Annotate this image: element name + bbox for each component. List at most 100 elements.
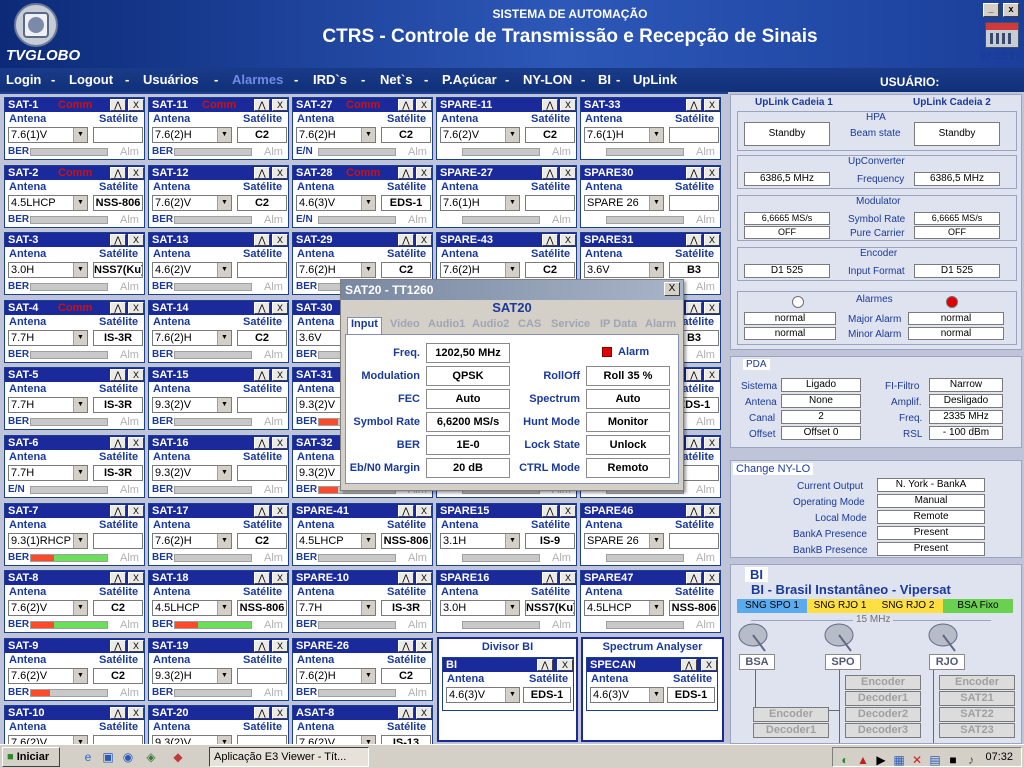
chevron-down-icon[interactable]: ▼ <box>73 736 87 744</box>
spectrum-button[interactable]: ⋀ <box>254 99 270 111</box>
bsa-fixo-button[interactable]: BSA Fixo <box>943 599 1013 613</box>
receiver-card[interactable]: SPARE-10 ⋀ X Antena Satélite 7.7H ▼ IS-3R BER Alm <box>292 570 433 633</box>
antenna-select[interactable]: SPARE 26 ▼ <box>584 533 664 549</box>
receiver-card[interactable]: SAT-1 Comm ⋀ X Antena Satélite 7.6(1)V ▼ BER Alm <box>4 97 145 160</box>
close-card-button[interactable]: X <box>416 167 432 179</box>
nav-login[interactable]: Login <box>6 72 41 87</box>
app-shortcut-icon[interactable]: ◉ <box>120 749 136 765</box>
antenna-select[interactable]: 7.6(1)V ▼ <box>8 127 88 143</box>
tray-app-icon[interactable]: ▲ <box>855 752 871 768</box>
chevron-down-icon[interactable]: ▼ <box>217 601 231 615</box>
spectrum-button[interactable]: ⋀ <box>254 572 270 584</box>
spectrum-button[interactable]: ⋀ <box>110 572 126 584</box>
chevron-down-icon[interactable]: ▼ <box>217 196 231 210</box>
spectrum-button[interactable]: ⋀ <box>398 505 414 517</box>
close-card-button[interactable]: X <box>128 707 144 719</box>
antenna-select[interactable]: 7.6(2)H ▼ <box>152 127 232 143</box>
tab-cas[interactable]: CAS <box>518 318 541 330</box>
receiver-card[interactable]: SAT-13 ⋀ X Antena Satélite 4.6(2)V ▼ BER Alm <box>148 232 289 295</box>
bi-tab[interactable]: BI <box>745 567 768 582</box>
antenna-select[interactable]: 7.6(2)V ▼ <box>8 600 88 616</box>
tab-input[interactable]: Input <box>347 317 382 334</box>
bsa-encoder-button[interactable]: Encoder <box>753 707 829 722</box>
receiver-card[interactable]: SAT-27 Comm ⋀ X Antena Satélite 7.6(2)H ▼ C2 E/N A… <box>292 97 433 160</box>
close-card-button[interactable]: X <box>704 302 720 314</box>
close-card-button[interactable]: X <box>704 572 720 584</box>
tray-player-icon[interactable]: ▶ <box>873 752 889 768</box>
close-card-button[interactable]: X <box>704 505 720 517</box>
chevron-down-icon[interactable]: ▼ <box>361 534 375 548</box>
rjo-encoder-button[interactable]: Encoder <box>939 675 1015 690</box>
chevron-down-icon[interactable]: ▼ <box>505 128 519 142</box>
antenna-select[interactable]: 4.5LHCP ▼ <box>8 195 88 211</box>
antenna-select[interactable]: 3.1H ▼ <box>440 533 520 549</box>
antenna-select[interactable]: 4.6(3)V ▼ <box>296 195 376 211</box>
antenna-select[interactable]: 4.5LHCP ▼ <box>296 533 376 549</box>
chevron-down-icon[interactable]: ▼ <box>73 196 87 210</box>
spectrum-button[interactable]: ⋀ <box>537 659 553 671</box>
antenna-select[interactable]: 7.6(2)H ▼ <box>296 262 376 278</box>
spectrum-button[interactable]: ⋀ <box>110 167 126 179</box>
close-card-button[interactable]: X <box>416 707 432 719</box>
desktop-icon[interactable]: ▣ <box>100 749 116 765</box>
antenna-select[interactable]: 9.3(2)H ▼ <box>152 668 232 684</box>
close-card-button[interactable]: X <box>272 369 288 381</box>
antenna-select[interactable]: 7.7H ▼ <box>8 330 88 346</box>
sng-spo1-button[interactable]: SNG SPO 1 <box>737 599 807 613</box>
chevron-down-icon[interactable]: ▼ <box>73 331 87 345</box>
antenna-select[interactable]: 7.6(2)H ▼ <box>152 533 232 549</box>
antenna-select[interactable]: 9.3(2)V ▼ <box>152 735 232 744</box>
rjo-sat21-button[interactable]: SAT21 <box>939 691 1015 706</box>
chevron-down-icon[interactable]: ▼ <box>361 196 375 210</box>
close-card-button[interactable]: X <box>128 99 144 111</box>
chevron-down-icon[interactable]: ▼ <box>361 601 375 615</box>
nav-usuarios[interactable]: Usuários <box>143 72 199 87</box>
receiver-card[interactable]: SAT-6 ⋀ X Antena Satélite 7.7H ▼ IS-3R E/N Alm <box>4 435 145 498</box>
spectrum-button[interactable]: ⋀ <box>110 437 126 449</box>
spectrum-analyser-card[interactable]: SPECAN ⋀ X Antena Satélite 4.6(3)V ▼ EDS-1 <box>586 657 718 711</box>
sng-rjo2-button[interactable]: SNG RJO 2 <box>873 599 943 613</box>
close-button[interactable]: x <box>1003 3 1019 17</box>
receiver-card[interactable]: SPARE-26 ⋀ X Antena Satélite 7.6(2)H ▼ C2 BER Alm <box>292 638 433 701</box>
receiver-card[interactable]: SAT-4 Comm ⋀ X Antena Satélite 7.7H ▼ IS-3R BER Al… <box>4 300 145 363</box>
spectrum-button[interactable]: ⋀ <box>254 707 270 719</box>
close-card-button[interactable]: X <box>416 234 432 246</box>
close-card-button[interactable]: X <box>128 437 144 449</box>
chevron-down-icon[interactable]: ▼ <box>505 263 519 277</box>
close-card-button[interactable]: X <box>560 99 576 111</box>
receiver-card[interactable]: SAT-9 ⋀ X Antena Satélite 7.6(2)V ▼ C2 BER Alm <box>4 638 145 701</box>
receiver-card[interactable]: SPARE16 ⋀ X Antena Satélite 3.0H ▼ NSS7(Ku) Alm <box>436 570 577 633</box>
spectrum-button[interactable]: ⋀ <box>110 640 126 652</box>
close-card-button[interactable]: X <box>272 167 288 179</box>
spo-decoder1-button[interactable]: Decoder1 <box>845 691 921 706</box>
spo-decoder3-button[interactable]: Decoder3 <box>845 723 921 738</box>
spectrum-button[interactable]: ⋀ <box>254 369 270 381</box>
rjo-sat22-button[interactable]: SAT22 <box>939 707 1015 722</box>
receiver-card[interactable]: SAT-3 ⋀ X Antena Satélite 3.0H ▼ NSS7(Ku) BER Alm <box>4 232 145 295</box>
chevron-down-icon[interactable]: ▼ <box>361 128 375 142</box>
close-card-button[interactable]: X <box>557 659 573 671</box>
chevron-down-icon[interactable]: ▼ <box>217 736 231 744</box>
antenna-select[interactable]: 7.6(2)H ▼ <box>152 330 232 346</box>
chevron-down-icon[interactable]: ▼ <box>649 263 663 277</box>
spectrum-button[interactable]: ⋀ <box>110 707 126 719</box>
chevron-down-icon[interactable]: ▼ <box>649 128 663 142</box>
chevron-down-icon[interactable]: ▼ <box>73 398 87 412</box>
tab-service[interactable]: Service <box>551 318 590 330</box>
antenna-select[interactable]: SPARE 26 ▼ <box>584 195 664 211</box>
chevron-down-icon[interactable]: ▼ <box>217 398 231 412</box>
spectrum-button[interactable]: ⋀ <box>110 302 126 314</box>
spectrum-button[interactable]: ⋀ <box>110 505 126 517</box>
close-card-button[interactable]: X <box>272 99 288 111</box>
antenna-select[interactable]: 3.6V ▼ <box>584 262 664 278</box>
receiver-card[interactable]: SPARE-27 ⋀ X Antena Satélite 7.6(1)H ▼ Alm <box>436 165 577 228</box>
close-card-button[interactable]: X <box>128 505 144 517</box>
spectrum-button[interactable]: ⋀ <box>254 640 270 652</box>
spectrum-button[interactable]: ⋀ <box>398 167 414 179</box>
tab-audio2[interactable]: Audio2 <box>472 318 509 330</box>
close-card-button[interactable]: X <box>704 234 720 246</box>
spectrum-button[interactable]: ⋀ <box>110 234 126 246</box>
spectrum-button[interactable]: ⋀ <box>542 572 558 584</box>
antenna-select[interactable]: 7.6(2)V ▼ <box>296 735 376 744</box>
tab-alarm[interactable]: Alarm <box>645 318 676 330</box>
